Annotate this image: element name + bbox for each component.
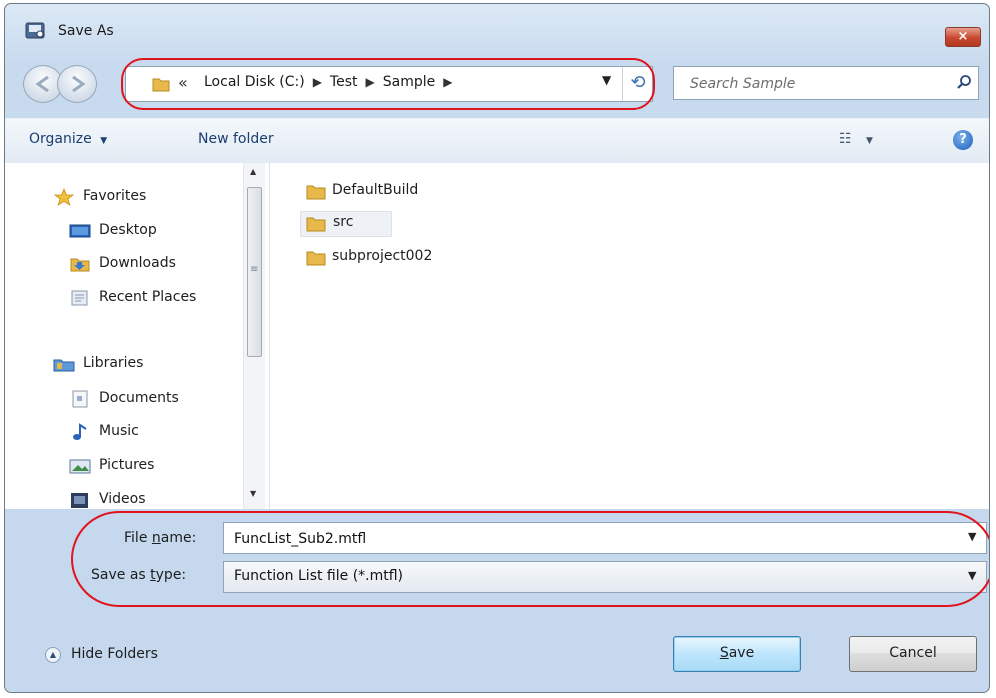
- filename-dropdown-icon[interactable]: ▼: [968, 530, 976, 543]
- filename-label: File name:: [124, 530, 196, 546]
- window-title: Save As: [58, 23, 114, 39]
- new-folder-button[interactable]: New folder: [198, 131, 274, 147]
- scroll-down-icon[interactable]: ▼: [250, 489, 256, 498]
- list-item[interactable]: subproject002: [304, 246, 474, 268]
- command-toolbar: Organize ▼ New folder ☷ ▼ ?: [5, 118, 989, 164]
- breadcrumb-sample[interactable]: Sample: [383, 74, 436, 90]
- file-name: DefaultBuild: [332, 182, 419, 198]
- help-icon[interactable]: ?: [953, 130, 973, 150]
- save-as-type-select[interactable]: Function List file (*.mtfl) ▼: [223, 561, 987, 593]
- breadcrumb-local-disk[interactable]: Local Disk (C:): [204, 74, 305, 90]
- collapse-arrow-icon: ▲: [45, 647, 61, 663]
- star-icon: [53, 188, 75, 206]
- search-box: [673, 66, 979, 101]
- recent-places-icon: [71, 290, 88, 306]
- savetype-label-part: ype:: [155, 567, 187, 583]
- videos-icon: [71, 493, 88, 508]
- view-options-icon: ☷: [839, 131, 852, 147]
- nav-label: Favorites: [83, 188, 147, 204]
- breadcrumb-separator-icon[interactable]: ▶: [443, 75, 452, 89]
- save-accesskey: S: [719, 645, 729, 661]
- chevron-down-icon: ▼: [968, 569, 977, 582]
- save-as-app-icon: [25, 22, 45, 39]
- close-button[interactable]: ×: [945, 27, 981, 47]
- scrollbar-thumb[interactable]: ≡: [247, 187, 262, 357]
- music-icon: [73, 423, 87, 440]
- search-input[interactable]: [674, 67, 962, 101]
- refresh-icon: ⟲: [630, 72, 646, 93]
- list-item[interactable]: DefaultBuild: [304, 180, 454, 202]
- change-view-button[interactable]: ☷ ▼: [839, 131, 873, 147]
- libraries-icon: [53, 359, 75, 372]
- organize-menu-button[interactable]: Organize ▼: [29, 131, 107, 147]
- save-label: ave: [728, 645, 755, 661]
- nav-label: Music: [99, 423, 139, 439]
- forward-button[interactable]: [57, 65, 97, 103]
- organize-label: Organize: [29, 131, 92, 147]
- pictures-icon: [69, 459, 91, 474]
- refresh-button[interactable]: ⟲: [622, 67, 653, 101]
- nav-label: Recent Places: [99, 289, 197, 305]
- navigation-pane: Favorites Desktop Downloads Recent Place…: [5, 163, 269, 509]
- nav-label: Libraries: [83, 355, 144, 371]
- folder-icon: [306, 185, 326, 200]
- filename-input[interactable]: [224, 523, 966, 555]
- nav-label: Videos: [99, 491, 146, 507]
- save-as-type-label: Save as type:: [91, 567, 186, 583]
- nav-label: Documents: [99, 390, 179, 406]
- breadcrumb-test[interactable]: Test: [330, 74, 358, 90]
- nav-label: Pictures: [99, 457, 155, 473]
- scroll-up-icon[interactable]: ▲: [250, 167, 256, 176]
- address-bar[interactable]: « Local Disk (C:) ▶ Test ▶ Sample ▶ ▼ ⟲: [125, 66, 653, 102]
- file-name: src: [333, 214, 354, 230]
- desktop-icon: [69, 224, 91, 238]
- breadcrumb-separator-icon[interactable]: ▶: [366, 75, 375, 89]
- save-as-dialog: Save As × « Local Disk (C:) ▶ Test ▶ Sample ▶…: [4, 3, 990, 693]
- filename-label-part: File: [124, 530, 152, 546]
- save-as-type-value: Function List file (*.mtfl): [234, 568, 404, 584]
- chevron-down-icon: ▼: [100, 136, 108, 146]
- save-button[interactable]: Save: [673, 636, 801, 672]
- filename-label-accesskey: n: [151, 530, 161, 546]
- forward-arrow-icon: [72, 75, 86, 93]
- scroll-grip-icon: ≡: [250, 264, 259, 275]
- breadcrumb-separator-icon[interactable]: ▶: [313, 75, 322, 89]
- documents-icon: [72, 390, 88, 408]
- savetype-label-part: Save as: [91, 567, 151, 583]
- search-icon[interactable]: [956, 74, 972, 90]
- file-list: DefaultBuild src subproject002: [269, 163, 989, 509]
- cancel-button[interactable]: Cancel: [849, 636, 977, 672]
- nav-scrollbar[interactable]: ▲ ≡ ▼: [243, 163, 265, 509]
- address-dropdown-icon[interactable]: ▼: [602, 73, 611, 87]
- list-item[interactable]: src: [300, 211, 392, 237]
- filename-combobox: ▼: [223, 522, 987, 555]
- filename-label-part: ame:: [160, 530, 197, 546]
- file-name: subproject002: [332, 248, 433, 264]
- nav-label: Downloads: [99, 255, 176, 271]
- downloads-icon: [70, 258, 90, 272]
- folder-icon: [306, 251, 326, 266]
- breadcrumb: Local Disk (C:) ▶ Test ▶ Sample ▶: [204, 74, 460, 90]
- chevron-down-icon: ▼: [866, 136, 873, 146]
- address-overflow-chevrons[interactable]: «: [178, 73, 188, 92]
- hide-folders-label: Hide Folders: [71, 646, 158, 662]
- nav-label: Desktop: [99, 222, 157, 238]
- folder-icon: [306, 217, 326, 232]
- folder-icon: [152, 78, 170, 92]
